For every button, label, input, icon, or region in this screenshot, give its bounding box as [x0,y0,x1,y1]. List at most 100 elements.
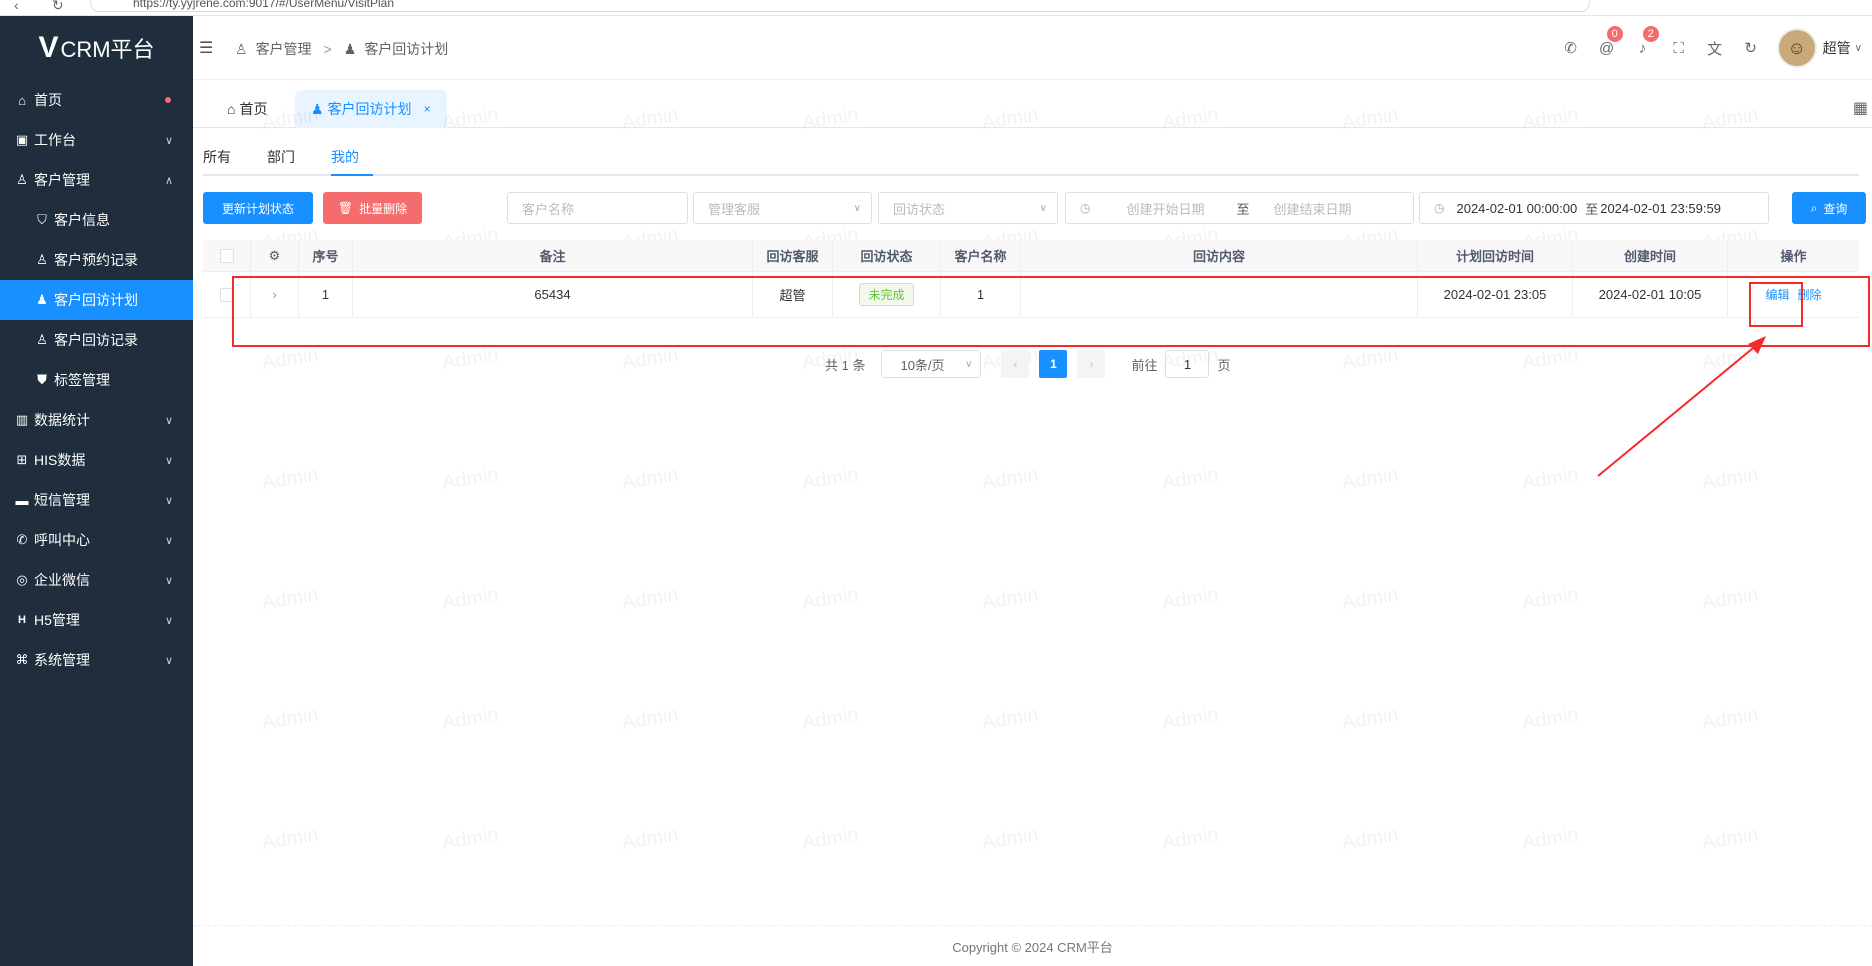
page-number[interactable]: 1 [1039,350,1068,378]
sidebar-item-label: 短信管理 [34,492,90,508]
app-title: CRM平台 [60,37,155,62]
sidebar-item-his[interactable]: ⊞ HIS数据 ∨ [0,440,193,480]
customer-submenu: ⛉ 客户信息 ♙ 客户预约记录 ♟ 客户回访计划 ♙ 客户回访记录 ⛊ 标签管理 [0,200,193,400]
sidebar-item-label: H5管理 [34,612,80,628]
sidebar-item-label: HIS数据 [34,452,86,468]
bell-icon[interactable]: ♪ 2 [1625,25,1661,57]
placeholder: 创建开始日期 [1126,201,1205,217]
bar-chart-icon: ▥ [15,412,29,427]
goto-suffix: 页 [1217,357,1231,373]
home-icon: ⌂ [18,92,26,108]
address-bar[interactable]: https://ty.yyjrene.com:9017/#/UserMenu/V… [90,0,1590,12]
sidebar-item-label: 首页 [34,92,62,108]
app-logo[interactable]: V CRM平台 [0,16,193,80]
sidebar-item-home[interactable]: ⌂ 首页 [0,80,193,120]
tab-mine[interactable]: 我的 [331,140,373,176]
footer: Copyright © 2024 CRM平台 [193,925,1872,966]
update-status-button[interactable]: 更新计划状态 [203,192,313,224]
chevron-down-icon: ∨ [164,414,173,427]
sidebar-item-call-center[interactable]: ✆ 呼叫中心 ∨ [0,520,193,560]
placeholder: 回访状态 [893,201,946,217]
briefcase-icon: ▣ [15,132,29,147]
tab-label: 客户回访计划 [327,101,412,117]
batch-delete-button[interactable]: 🗑 批量删除 [323,192,422,224]
tab-home[interactable]: ⌂ 首页 [211,90,283,128]
sidebar-item-label: 工作台 [34,132,76,148]
column-header: 操作 [1780,249,1807,264]
sidebar-item-wechat[interactable]: ◎ 企业微信 ∨ [0,560,193,600]
chevron-down-icon: ∨ [164,134,173,147]
sidebar-item-label: 系统管理 [34,652,90,668]
sidebar-item-visit-plan[interactable]: ♟ 客户回访计划 [0,280,193,320]
medical-box-icon: ⊞ [16,452,28,467]
chevron-down-icon: ∨ [164,654,173,667]
sidebar-item-label: 客户回访计划 [54,292,138,308]
select-all-checkbox[interactable] [219,248,234,263]
phone-icon[interactable]: ✆ [1553,39,1589,57]
refresh-icon[interactable]: ↻ [52,0,64,14]
tab-all[interactable]: 所有 [203,140,245,174]
settings-icon[interactable]: ⚙ [269,248,281,264]
user-icon: ♙ [36,332,48,347]
collapse-menu-icon[interactable]: ☰ [199,38,213,58]
manager-select[interactable]: 管理客服 ∨ [693,192,872,224]
search-icon: ⌕ [1810,200,1818,215]
at-icon[interactable]: @0 [1589,25,1625,57]
sidebar-item-label: 标签管理 [54,372,110,388]
notification-badge: 2 [1642,25,1659,42]
chevron-down-icon: ∨ [164,614,173,627]
next-page-button[interactable]: › [1077,350,1106,378]
avatar[interactable]: ☺ [1776,28,1817,68]
back-icon[interactable]: ‹ [14,0,19,13]
status-select[interactable]: 回访状态 ∨ [878,192,1058,224]
prev-page-button[interactable]: ‹ [1001,350,1030,378]
toolbar: 更新计划状态 🗑 批量删除 客户名称 管理客服 ∨ 回访状态 ∨ ◷ 创建开始日… [203,192,1866,226]
sidebar-item-tags[interactable]: ⛊ 标签管理 [0,360,193,400]
sidebar-item-statistics[interactable]: ▥ 数据统计 ∨ [0,400,193,440]
breadcrumb-item[interactable]: 客户管理 [256,39,312,59]
user-icon: ♙ [16,172,28,187]
user-filled-icon: ♟ [36,292,48,307]
select-all-cell [203,240,251,271]
h5-icon: H [18,614,26,626]
range-separator: 至 [1236,201,1250,217]
sidebar-item-h5[interactable]: H H5管理 ∨ [0,600,193,640]
sidebar-item-sms[interactable]: ▬ 短信管理 ∨ [0,480,193,520]
fullscreen-icon[interactable]: ⛶ [1661,40,1697,57]
create-date-range[interactable]: ◷ 创建开始日期 至 创建结束日期 [1065,192,1414,224]
main-content: 所有 部门 我的 更新计划状态 🗑 批量删除 客户名称 管理客服 ∨ 回访状态 … [193,128,1872,966]
grid-icon[interactable]: ▦ [1853,98,1868,118]
plan-date-range[interactable]: ◷ 2024-02-01 00:00:00 至 2024-02-01 23:59… [1419,192,1769,224]
translate-icon[interactable]: 文 [1697,38,1733,59]
tab-department[interactable]: 部门 [267,140,309,174]
close-icon[interactable]: × [424,102,431,116]
refresh-icon[interactable]: ↻ [1733,39,1769,57]
wechat-icon: ◎ [16,572,28,587]
sidebar-item-system[interactable]: ⌘ 系统管理 ∨ [0,640,193,680]
column-header: 计划回访时间 [1418,240,1573,271]
range-start-value: 2024-02-01 00:00:00 [1456,200,1578,216]
range-separator: 至 [1585,201,1599,217]
goto-page-input[interactable]: 1 [1165,350,1210,378]
chevron-down-icon: ∨ [164,574,173,587]
sidebar-item-customer-info[interactable]: ⛉ 客户信息 [0,200,193,240]
clock-icon: ◷ [1434,201,1445,215]
query-button[interactable]: ⌕ 查询 [1792,192,1866,224]
placeholder: 管理客服 [708,201,761,217]
sidebar-item-visit-records[interactable]: ♙ 客户回访记录 [0,320,193,360]
tab-visit-plan[interactable]: ♟ 客户回访计划 × [295,90,447,128]
home-icon: ⌂ [227,101,236,117]
sidebar-item-appointments[interactable]: ♙ 客户预约记录 [0,240,193,280]
table-header: ⚙ 序号 备注 回访客服 回访状态 客户名称 回访内容 计划回访时间 创建时间 … [203,240,1859,272]
customer-name-input[interactable]: 客户名称 [507,192,688,224]
sidebar-item-customer-management[interactable]: ♙ 客户管理 ∧ [0,160,193,200]
tab-label: 首页 [239,101,268,117]
user-name[interactable]: 超管 [1823,38,1851,58]
chevron-down-icon[interactable]: ∨ [1855,43,1862,54]
column-settings-cell: ⚙ [251,240,299,271]
sidebar-item-workbench[interactable]: ▣ 工作台 ∨ [0,120,193,160]
notification-dot [165,97,171,103]
annotation-arrow [1597,336,1766,477]
sidebar-item-label: 客户管理 [34,172,90,188]
page-size-select[interactable]: 10条/页 ∨ [881,350,982,378]
